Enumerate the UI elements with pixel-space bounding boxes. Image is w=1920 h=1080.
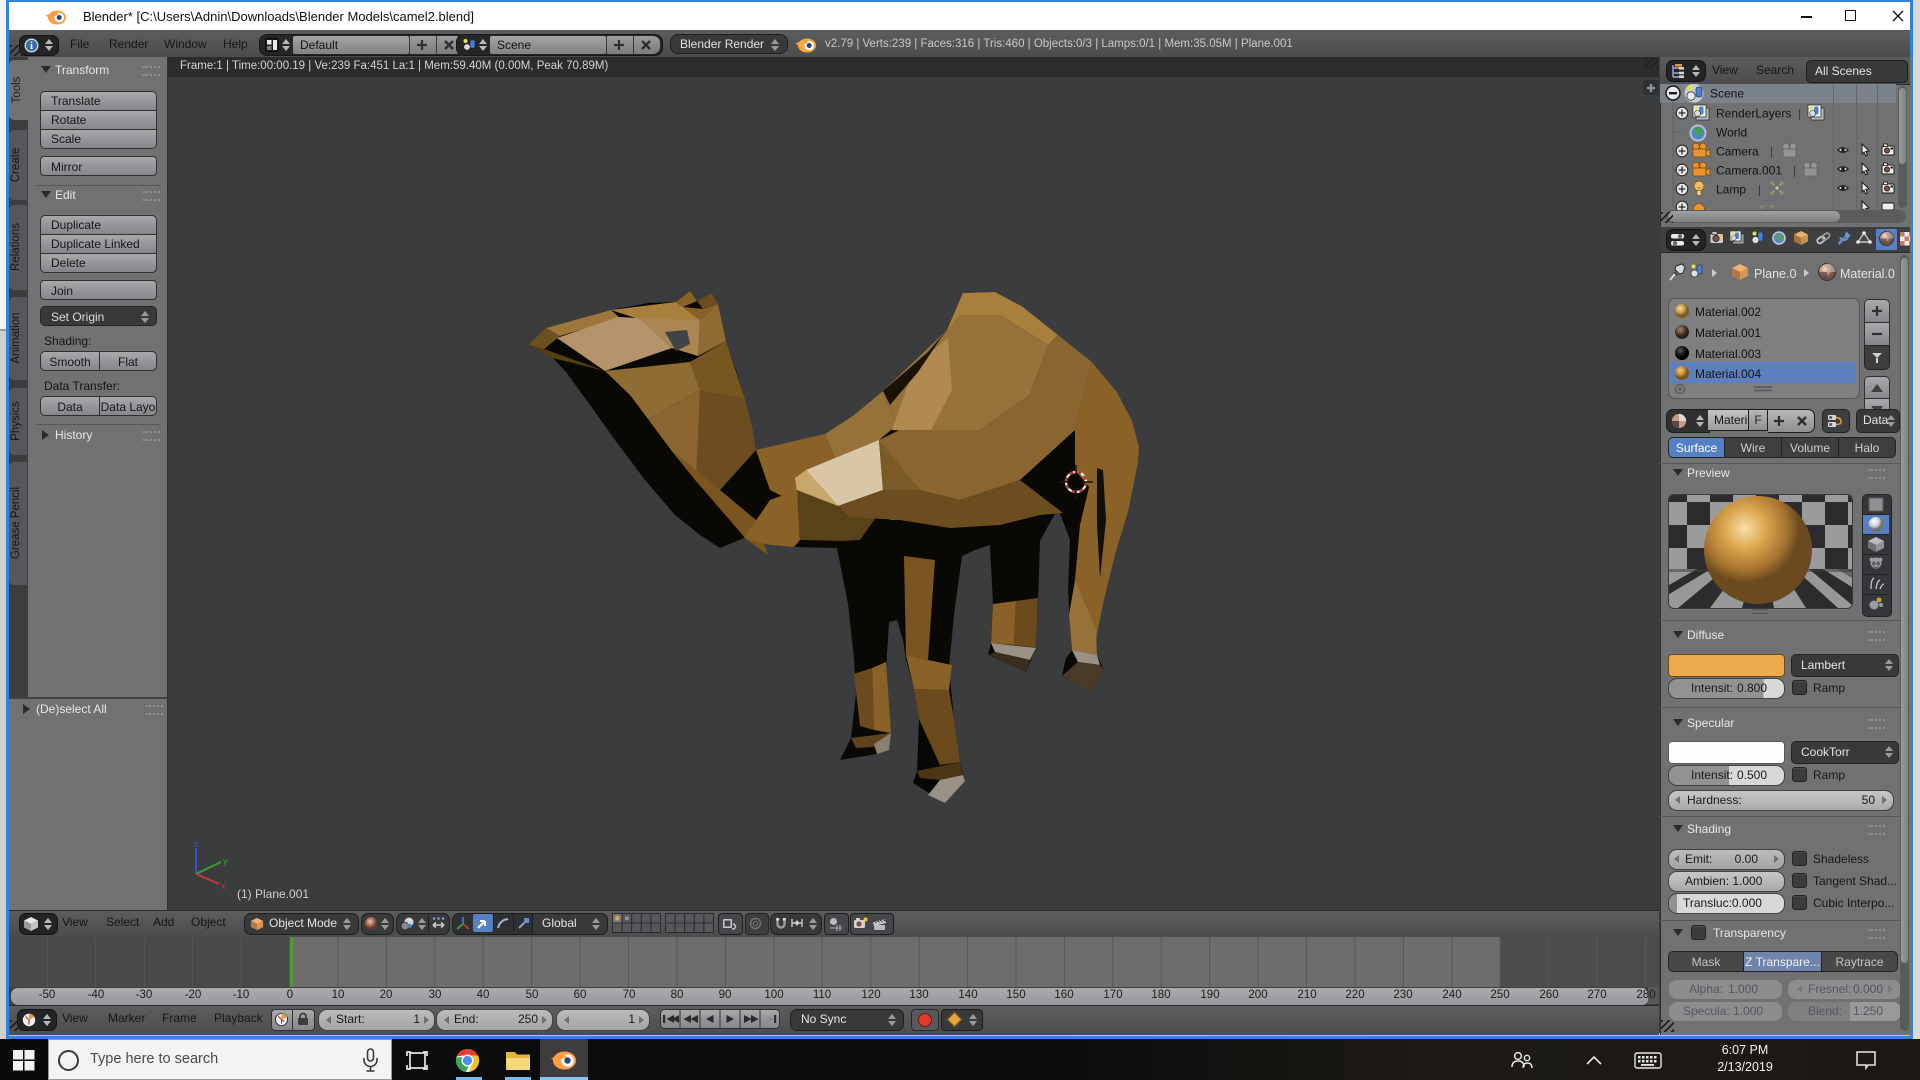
- svg-text:|: |: [1770, 145, 1773, 159]
- svg-text:Camera: Camera: [1716, 145, 1759, 159]
- svg-text:Material.004: Material.004: [1695, 367, 1761, 381]
- svg-text:|: |: [1798, 107, 1801, 121]
- svg-text:Scene: Scene: [1710, 87, 1744, 101]
- svg-text:Lamp: Lamp: [1716, 183, 1746, 197]
- svg-text:Material.0: Material.0: [1840, 267, 1895, 281]
- svg-text:Material.002: Material.002: [1695, 305, 1761, 319]
- svg-text:World: World: [1716, 126, 1747, 140]
- svg-text:Material.001: Material.001: [1695, 326, 1761, 340]
- svg-text:|: |: [1793, 164, 1796, 178]
- svg-text:Camera.001: Camera.001: [1716, 164, 1782, 178]
- svg-text:Material.003: Material.003: [1695, 347, 1761, 361]
- svg-text:i: i: [30, 41, 33, 52]
- svg-text:RenderLayers: RenderLayers: [1716, 107, 1791, 121]
- svg-text:|: |: [1758, 183, 1761, 197]
- svg-text:Plane.0: Plane.0: [1754, 267, 1796, 281]
